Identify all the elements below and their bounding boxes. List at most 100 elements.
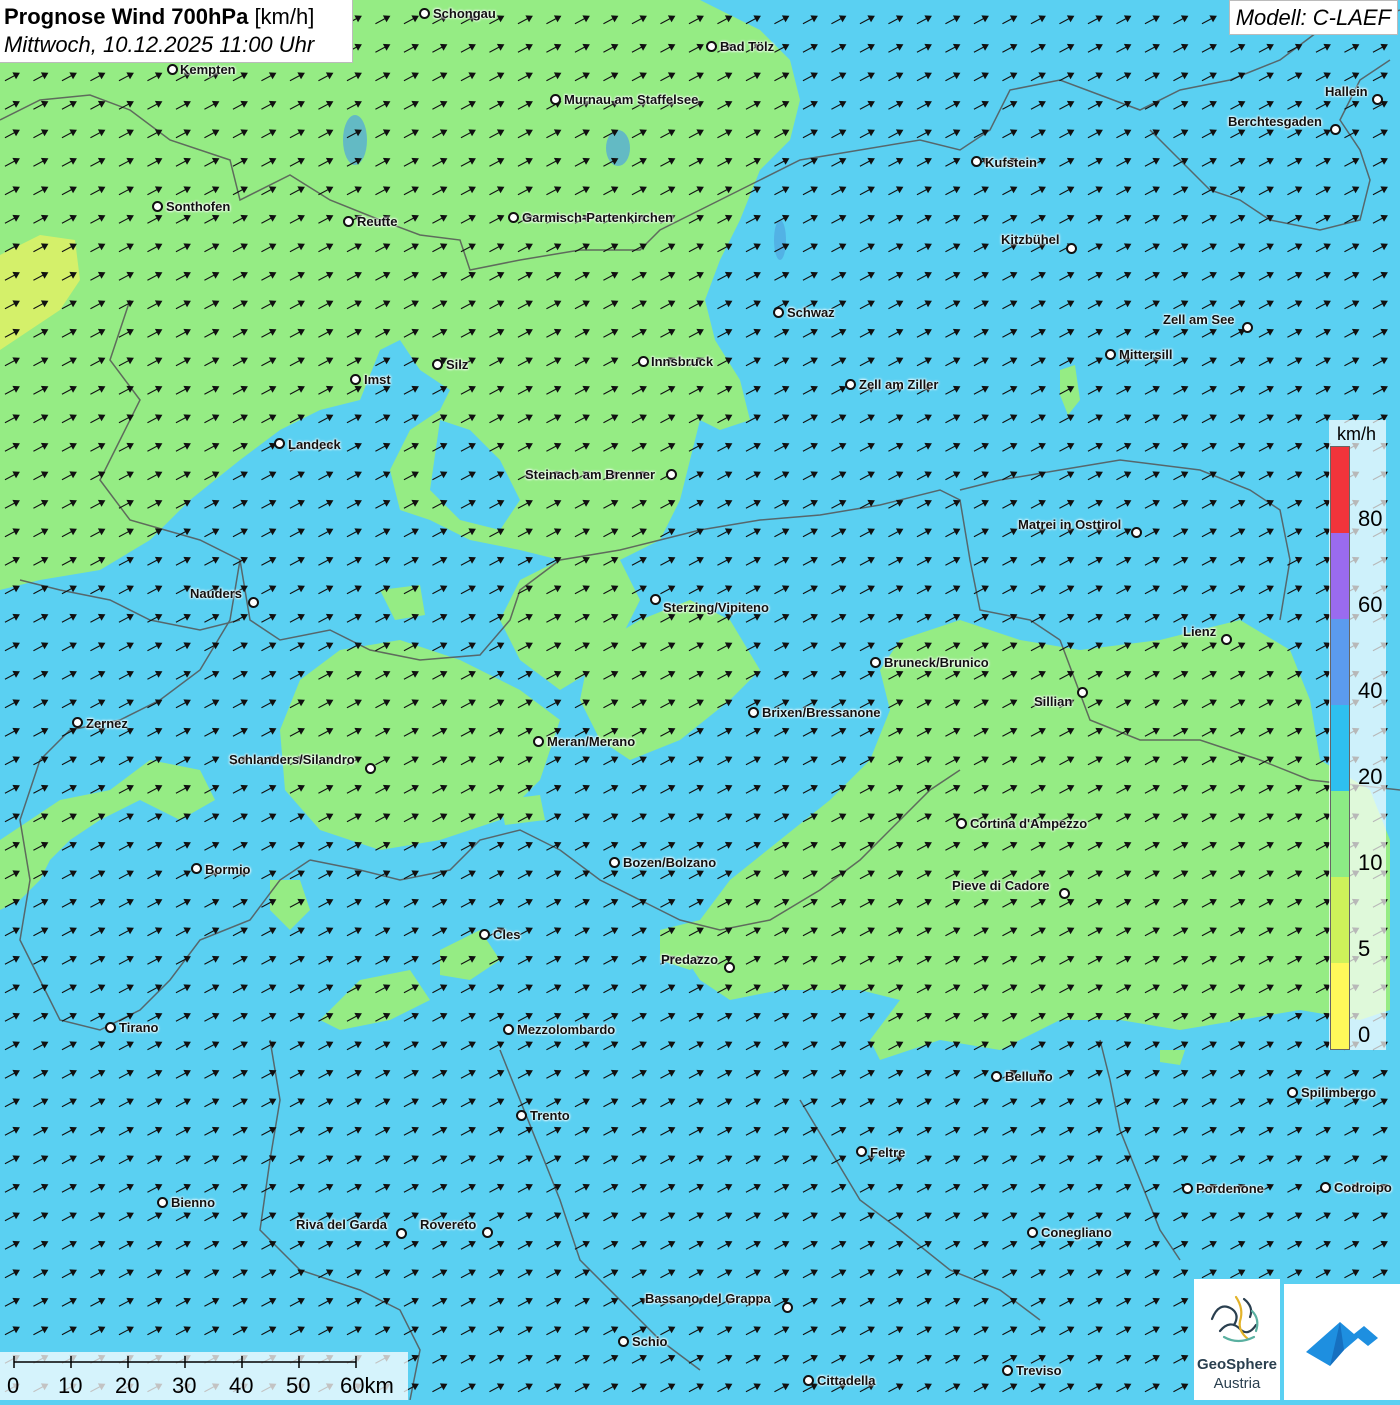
city-marker-icon — [991, 1071, 1002, 1082]
legend-seg-10-20 — [1331, 791, 1349, 877]
city-marker-icon — [1287, 1087, 1298, 1098]
city-marker-icon — [971, 156, 982, 167]
city-label: Schlanders/Silandro — [229, 752, 355, 767]
geosphere-country: Austria — [1213, 1375, 1261, 1392]
city-label: Feltre — [870, 1145, 906, 1160]
city-marker-icon — [706, 41, 717, 52]
city-marker-icon — [1320, 1182, 1331, 1193]
city-label: Bormio — [205, 862, 251, 877]
legend-label: 5 — [1358, 936, 1371, 961]
scale-label: 20 — [115, 1373, 140, 1398]
legend-seg-60-80 — [1331, 533, 1349, 619]
city-label: Kempten — [180, 62, 236, 77]
scale-label: 40 — [229, 1373, 254, 1398]
city-marker-icon — [956, 818, 967, 829]
city-label: Belluno — [1005, 1069, 1053, 1084]
city-label: Zell am Ziller — [859, 377, 939, 392]
legend-label: 40 — [1358, 678, 1383, 703]
geosphere-logo[interactable]: GeoSphere Austria — [1194, 1279, 1280, 1400]
city-marker-icon — [1066, 243, 1077, 254]
city-label: Garmisch-Partenkirchen — [522, 210, 674, 225]
city-marker-icon — [248, 597, 259, 608]
city-label: Steinach am Brenner — [525, 467, 656, 482]
scale-label: 50 — [286, 1373, 311, 1398]
city-label: Cittadella — [817, 1373, 876, 1388]
city-marker-icon — [516, 1110, 527, 1121]
city-label: Silz — [446, 357, 469, 372]
city-marker-icon — [609, 857, 620, 868]
city-label: Sillian — [1034, 694, 1073, 709]
city-label: Imst — [364, 372, 391, 387]
city-marker-icon — [1372, 94, 1383, 105]
legend-unit: km/h — [1337, 424, 1377, 444]
legend-label: 0 — [1358, 1022, 1371, 1047]
legend-seg-40-60 — [1331, 619, 1349, 705]
city-marker-icon — [856, 1146, 867, 1157]
city-marker-icon — [419, 8, 430, 19]
city-label: Kitzbühel — [1001, 232, 1060, 247]
city-label: Bruneck/Brunico — [884, 655, 989, 670]
city-label: Trento — [530, 1108, 570, 1123]
title-bold: Prognose Wind 700hPa — [4, 4, 249, 29]
scale-label: 0 — [7, 1373, 20, 1398]
legend-label: 20 — [1358, 764, 1383, 789]
city-marker-icon — [1077, 687, 1088, 698]
city-marker-icon — [724, 962, 735, 973]
city-label: Predazzo — [661, 952, 719, 967]
city-label: Mezzolombardo — [517, 1022, 616, 1037]
legend-label: 80 — [1358, 506, 1383, 531]
scale-bar: 0 10 20 30 40 50 60km — [0, 1352, 408, 1400]
city-label: Kufstein — [985, 155, 1037, 170]
city-label: Bad Tölz — [720, 39, 775, 54]
city-marker-icon — [105, 1022, 116, 1033]
city-marker-icon — [845, 379, 856, 390]
city-label: Schongau — [433, 6, 496, 21]
city-label: Spilimbergo — [1301, 1085, 1377, 1100]
city-marker-icon — [432, 359, 443, 370]
city-marker-icon — [1242, 322, 1253, 333]
city-marker-icon — [782, 1302, 793, 1313]
city-label: Berchtesgaden — [1228, 114, 1322, 129]
city-marker-icon — [479, 929, 490, 940]
city-marker-icon — [343, 216, 354, 227]
city-marker-icon — [152, 201, 163, 212]
city-marker-icon — [773, 307, 784, 318]
color-legend: km/h 80 60 40 20 10 5 0 — [1329, 420, 1386, 1050]
city-label: Innsbruck — [651, 354, 714, 369]
geosphere-emblem-icon — [1210, 1295, 1259, 1343]
city-marker-icon — [396, 1228, 407, 1239]
city-label: Pordenone — [1196, 1181, 1264, 1196]
subtitle-datetime: Mittwoch, 10.12.2025 11:00 Uhr — [4, 32, 315, 57]
city-label: Treviso — [1016, 1363, 1062, 1378]
city-label: Meran/Merano — [547, 734, 636, 749]
title-box: Prognose Wind 700hPa [km/h] Mittwoch, 10… — [0, 0, 353, 63]
city-label: Bozen/Bolzano — [623, 855, 717, 870]
app-mountain-icon — [1306, 1322, 1378, 1366]
city-marker-icon — [508, 212, 519, 223]
page-title: Prognose Wind 700hPa [km/h] — [4, 3, 348, 31]
city-label: Cles — [493, 927, 521, 942]
city-label: Rovereto — [420, 1217, 477, 1232]
city-marker-icon — [1027, 1227, 1038, 1238]
scale-label: 30 — [172, 1373, 197, 1398]
city-marker-icon — [274, 438, 285, 449]
city-label: Pieve di Cadore — [952, 878, 1050, 893]
legend-seg-5-10 — [1331, 877, 1349, 963]
city-label: Sonthofen — [166, 199, 231, 214]
city-marker-icon — [350, 374, 361, 385]
city-marker-icon — [191, 863, 202, 874]
city-label: Tirano — [119, 1020, 159, 1035]
city-marker-icon — [666, 469, 677, 480]
city-marker-icon — [1330, 124, 1341, 135]
city-label: Landeck — [288, 437, 341, 452]
city-label: Brixen/Bressanone — [762, 705, 881, 720]
model-label: Modell: C-LAEF — [1228, 0, 1398, 35]
scale-label: 60km — [340, 1373, 394, 1398]
city-marker-icon — [72, 717, 83, 728]
city-label: Murnau am Staffelsee — [564, 92, 699, 107]
city-label: Cortina d'Ampezzo — [970, 816, 1088, 831]
geosphere-name: GeoSphere — [1196, 1356, 1278, 1373]
city-label: Schwaz — [787, 305, 835, 320]
city-marker-icon — [618, 1336, 629, 1347]
app-logo[interactable] — [1284, 1284, 1400, 1400]
